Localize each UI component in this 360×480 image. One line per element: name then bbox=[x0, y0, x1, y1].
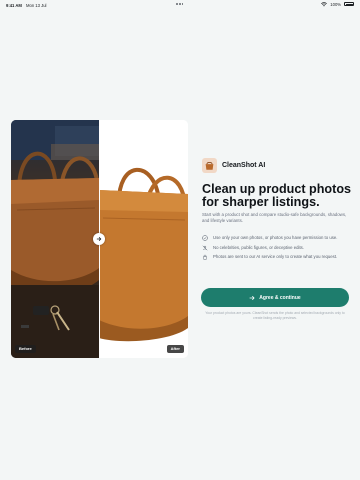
multitasking-dots-icon[interactable] bbox=[176, 1, 185, 5]
after-photo bbox=[99, 120, 188, 358]
agree-continue-button[interactable]: Agree & continue bbox=[201, 288, 349, 307]
brand: CleanShot AI bbox=[202, 158, 265, 173]
before-photo bbox=[11, 120, 99, 358]
agree-button-label: Agree & continue bbox=[259, 294, 301, 301]
before-after-comparison[interactable]: Before After bbox=[11, 120, 188, 358]
status-date: Mon 13 Jul bbox=[26, 2, 47, 8]
status-indicators: 100% bbox=[321, 2, 354, 7]
app-logo bbox=[202, 158, 217, 173]
terms-list: Use only your own photos, or photos you … bbox=[202, 235, 350, 264]
list-item: Photos are sent to our AI service only t… bbox=[202, 254, 350, 260]
no-people-icon bbox=[202, 245, 208, 251]
bullet-text: Use only your own photos, or photos you … bbox=[213, 235, 338, 240]
arrow-right-icon bbox=[249, 295, 255, 300]
list-item: Use only your own photos, or photos you … bbox=[202, 235, 350, 241]
list-item: No celebrities, public figures, or decep… bbox=[202, 245, 350, 251]
compare-slider-handle[interactable] bbox=[93, 233, 105, 245]
after-label: After bbox=[166, 345, 184, 353]
page-title: Clean up product photos for sharper list… bbox=[202, 182, 352, 210]
bullet-text: Photos are sent to our AI service only t… bbox=[213, 254, 338, 260]
battery-percent: 100% bbox=[330, 1, 341, 7]
status-bar: 9:41 AM Mon 13 Jul 100% bbox=[0, 0, 360, 10]
bag-icon bbox=[205, 161, 214, 170]
bag-after-illustration bbox=[99, 167, 188, 342]
privacy-footnote: Your product photos are yours. CleanShot… bbox=[205, 311, 345, 320]
page-subtitle: Start with a product shot and compare st… bbox=[202, 212, 347, 224]
app-name: CleanShot AI bbox=[222, 162, 266, 169]
before-label: Before bbox=[15, 345, 36, 353]
bullet-text: No celebrities, public figures, or decep… bbox=[213, 244, 304, 250]
arrow-right-icon bbox=[96, 237, 102, 241]
bag-before-illustration bbox=[11, 120, 99, 358]
wifi-icon bbox=[321, 2, 328, 7]
battery-icon bbox=[344, 2, 354, 7]
status-time: 9:41 AM bbox=[6, 2, 22, 8]
check-circle-icon bbox=[202, 235, 208, 241]
lock-icon bbox=[203, 255, 207, 260]
